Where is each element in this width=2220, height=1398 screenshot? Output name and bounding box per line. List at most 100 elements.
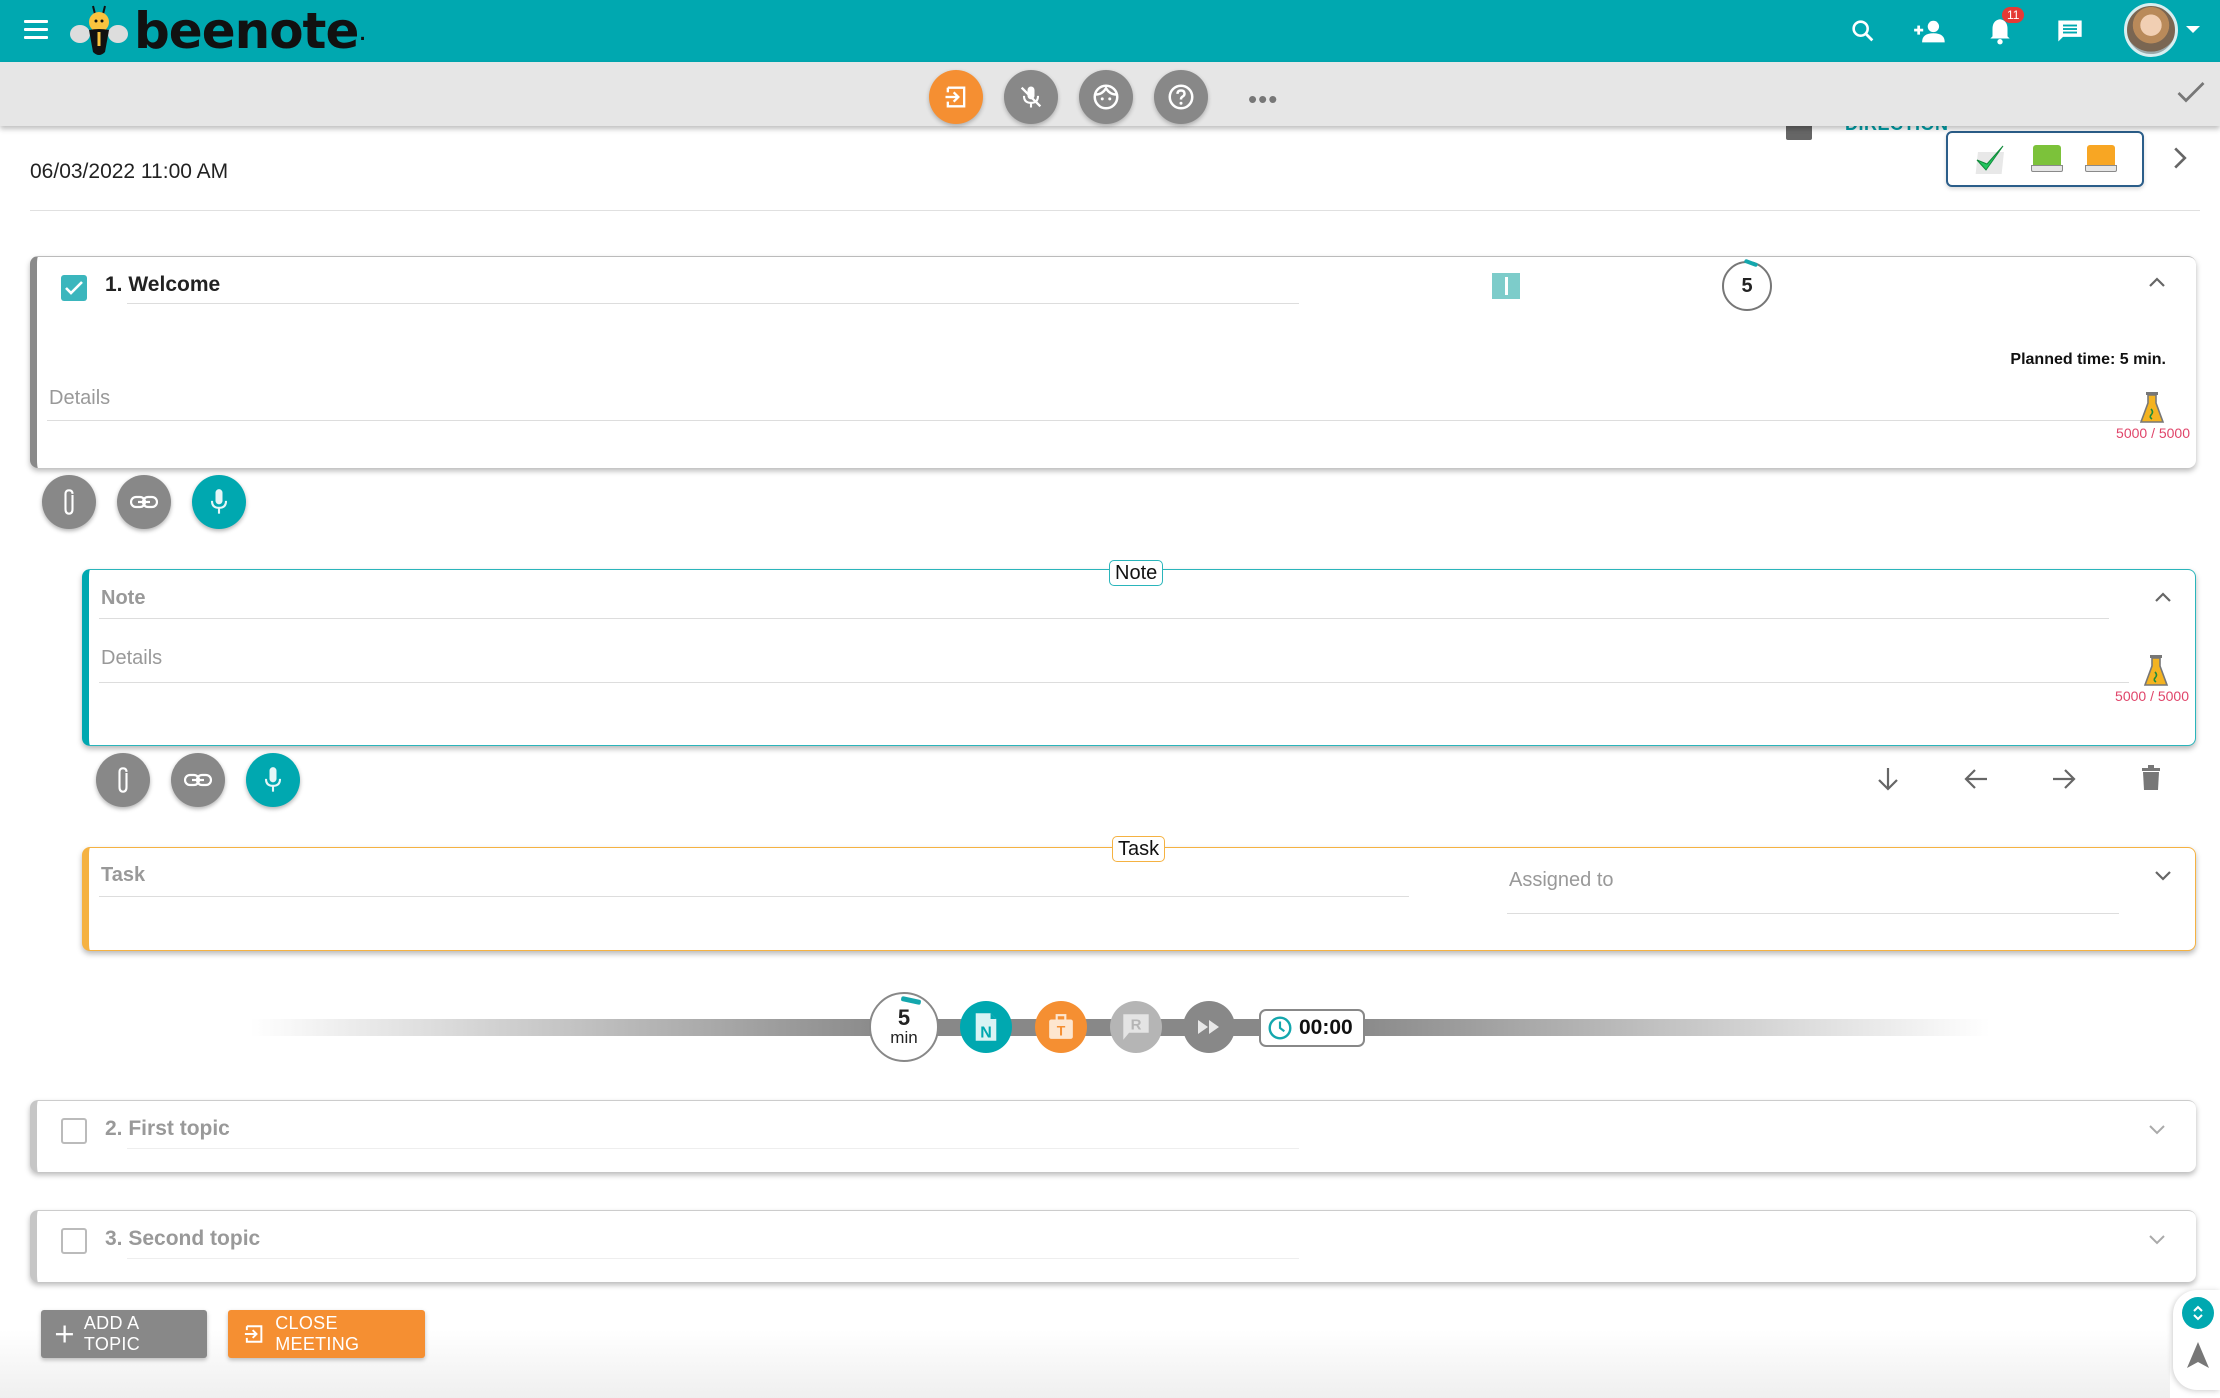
app-name: beenote — [134, 2, 359, 60]
help-button[interactable] — [1154, 70, 1208, 124]
details-underline — [47, 420, 2147, 421]
timer-unit: min — [890, 1028, 918, 1047]
microphone-icon — [264, 767, 282, 792]
topic-number: 2. — [105, 1117, 123, 1140]
add-topic-button[interactable]: ADD A TOPIC — [41, 1310, 207, 1358]
exit-icon — [244, 1325, 263, 1343]
collapse-chevron-up-icon[interactable] — [2153, 590, 2173, 609]
app-logo[interactable]: beenote. — [68, 2, 367, 60]
search-button[interactable] — [1845, 13, 1881, 49]
task-title-field[interactable]: Task — [101, 864, 145, 887]
scroll-to-top-button[interactable] — [2185, 1340, 2211, 1375]
arrow-right-icon — [2053, 769, 2076, 789]
svg-text:N: N — [980, 1024, 992, 1041]
orange-book-icon[interactable] — [2085, 145, 2117, 173]
scroll-toggle-button[interactable] — [2182, 1297, 2214, 1329]
topic-card: 2. First topic — [30, 1100, 2196, 1172]
record-audio-button[interactable] — [192, 475, 246, 529]
topic-checkbox[interactable] — [61, 1228, 87, 1254]
assigned-underline — [1507, 913, 2119, 914]
meeting-status-popover — [1946, 131, 2144, 187]
topic-title-text: Second topic — [128, 1227, 261, 1250]
note-title-field[interactable]: Note — [101, 587, 145, 610]
attach-file-button[interactable] — [42, 475, 96, 529]
note-details-field[interactable]: Details — [101, 647, 162, 670]
collapse-chevron-up-icon[interactable] — [2147, 275, 2167, 294]
fast-forward-icon — [1198, 1020, 1219, 1034]
topic-title[interactable]: 3. Second topic — [105, 1227, 260, 1251]
topic-checkbox[interactable] — [61, 275, 87, 301]
details-field[interactable]: Details — [49, 387, 110, 410]
title-underline — [127, 303, 1299, 304]
unfold-icon — [2193, 1305, 2203, 1321]
logo-dot: . — [358, 14, 367, 47]
outdent-button[interactable] — [1963, 767, 1989, 796]
search-icon — [1852, 20, 1874, 42]
notification-badge: 11 — [2002, 7, 2025, 23]
add-task-button[interactable]: T — [1035, 1001, 1087, 1053]
topic-timer[interactable]: 5 — [1722, 258, 1772, 311]
arrow-down-icon — [1878, 768, 1898, 791]
add-link-button[interactable] — [117, 475, 171, 529]
topic-duration-timer[interactable]: 5 min — [869, 992, 939, 1062]
add-note-button[interactable]: N — [960, 1001, 1012, 1053]
next-topic-button[interactable] — [1183, 1001, 1235, 1053]
divider — [30, 210, 2200, 211]
clock-icon — [1268, 1016, 1292, 1040]
link-icon — [184, 773, 212, 787]
caret-down-icon[interactable] — [2186, 26, 2200, 33]
close-meeting-button[interactable]: CLOSE MEETING — [228, 1310, 425, 1358]
topic-title-text: First topic — [128, 1117, 230, 1140]
char-counter: 5000 / 5000 — [2116, 425, 2190, 441]
elapsed-time: 00:00 — [1299, 1016, 1353, 1039]
assigned-to-field[interactable]: Assigned to — [1509, 869, 1614, 892]
timer-minutes: 5 — [1741, 274, 1753, 297]
indent-button[interactable] — [2051, 767, 2077, 796]
expand-chevron-down-icon[interactable] — [2147, 1233, 2167, 1252]
trash-icon — [2142, 765, 2160, 790]
chat-button[interactable] — [2052, 13, 2088, 49]
add-link-button[interactable] — [171, 753, 225, 807]
topic-title[interactable]: 2. First topic — [105, 1117, 230, 1141]
mute-microphone-button[interactable] — [1004, 70, 1058, 124]
chat-icon — [2058, 20, 2082, 42]
note-icon: N — [975, 1013, 997, 1041]
checkmark-icon — [65, 281, 83, 295]
resolution-icon: R — [1123, 1014, 1149, 1040]
check-icon[interactable] — [1973, 142, 2009, 176]
flask-icon[interactable] — [2143, 654, 2169, 688]
note-card: Note Details 5000 / 5000 — [82, 569, 2196, 746]
note-title-underline — [99, 618, 2109, 619]
add-resolution-button[interactable]: R — [1110, 1001, 1162, 1053]
timer-progress-arc — [900, 995, 922, 1006]
svg-text:T: T — [1057, 1023, 1066, 1039]
menu-icon[interactable] — [24, 20, 48, 40]
top-app-bar: beenote. 11 — [0, 0, 2220, 62]
topic-title-text: Welcome — [128, 273, 221, 296]
notifications-button[interactable]: 11 — [1982, 7, 2025, 49]
more-options-button[interactable]: ••• — [1248, 84, 1278, 115]
expand-chevron-down-icon[interactable] — [2153, 869, 2173, 888]
add-person-icon — [1914, 20, 1945, 43]
topic-card: 1. Welcome Planned time: 5 min. Details … — [30, 256, 2196, 468]
chevron-right-icon[interactable] — [2172, 146, 2188, 175]
flask-icon[interactable] — [2139, 391, 2165, 425]
char-counter: 5000 / 5000 — [2115, 688, 2189, 704]
attach-file-button[interactable] — [96, 753, 150, 807]
expand-chevron-down-icon[interactable] — [2147, 1123, 2167, 1142]
link-icon — [130, 495, 158, 509]
participants-face-button[interactable] — [1079, 70, 1133, 124]
add-participant-button[interactable] — [1912, 13, 1948, 49]
delete-button[interactable] — [2141, 765, 2161, 796]
record-audio-button[interactable] — [246, 753, 300, 807]
done-button[interactable] — [2176, 80, 2206, 111]
face-icon — [1093, 84, 1119, 110]
exit-meeting-button[interactable] — [929, 70, 983, 124]
topic-title[interactable]: 1. Welcome — [105, 273, 220, 297]
topic-checkbox[interactable] — [61, 1118, 87, 1144]
info-marker-icon[interactable] — [1492, 273, 1520, 299]
green-book-icon[interactable] — [2031, 145, 2063, 173]
move-down-button[interactable] — [1876, 766, 1900, 797]
user-avatar[interactable] — [2124, 3, 2178, 57]
timeline-track-right — [1350, 1019, 1990, 1036]
